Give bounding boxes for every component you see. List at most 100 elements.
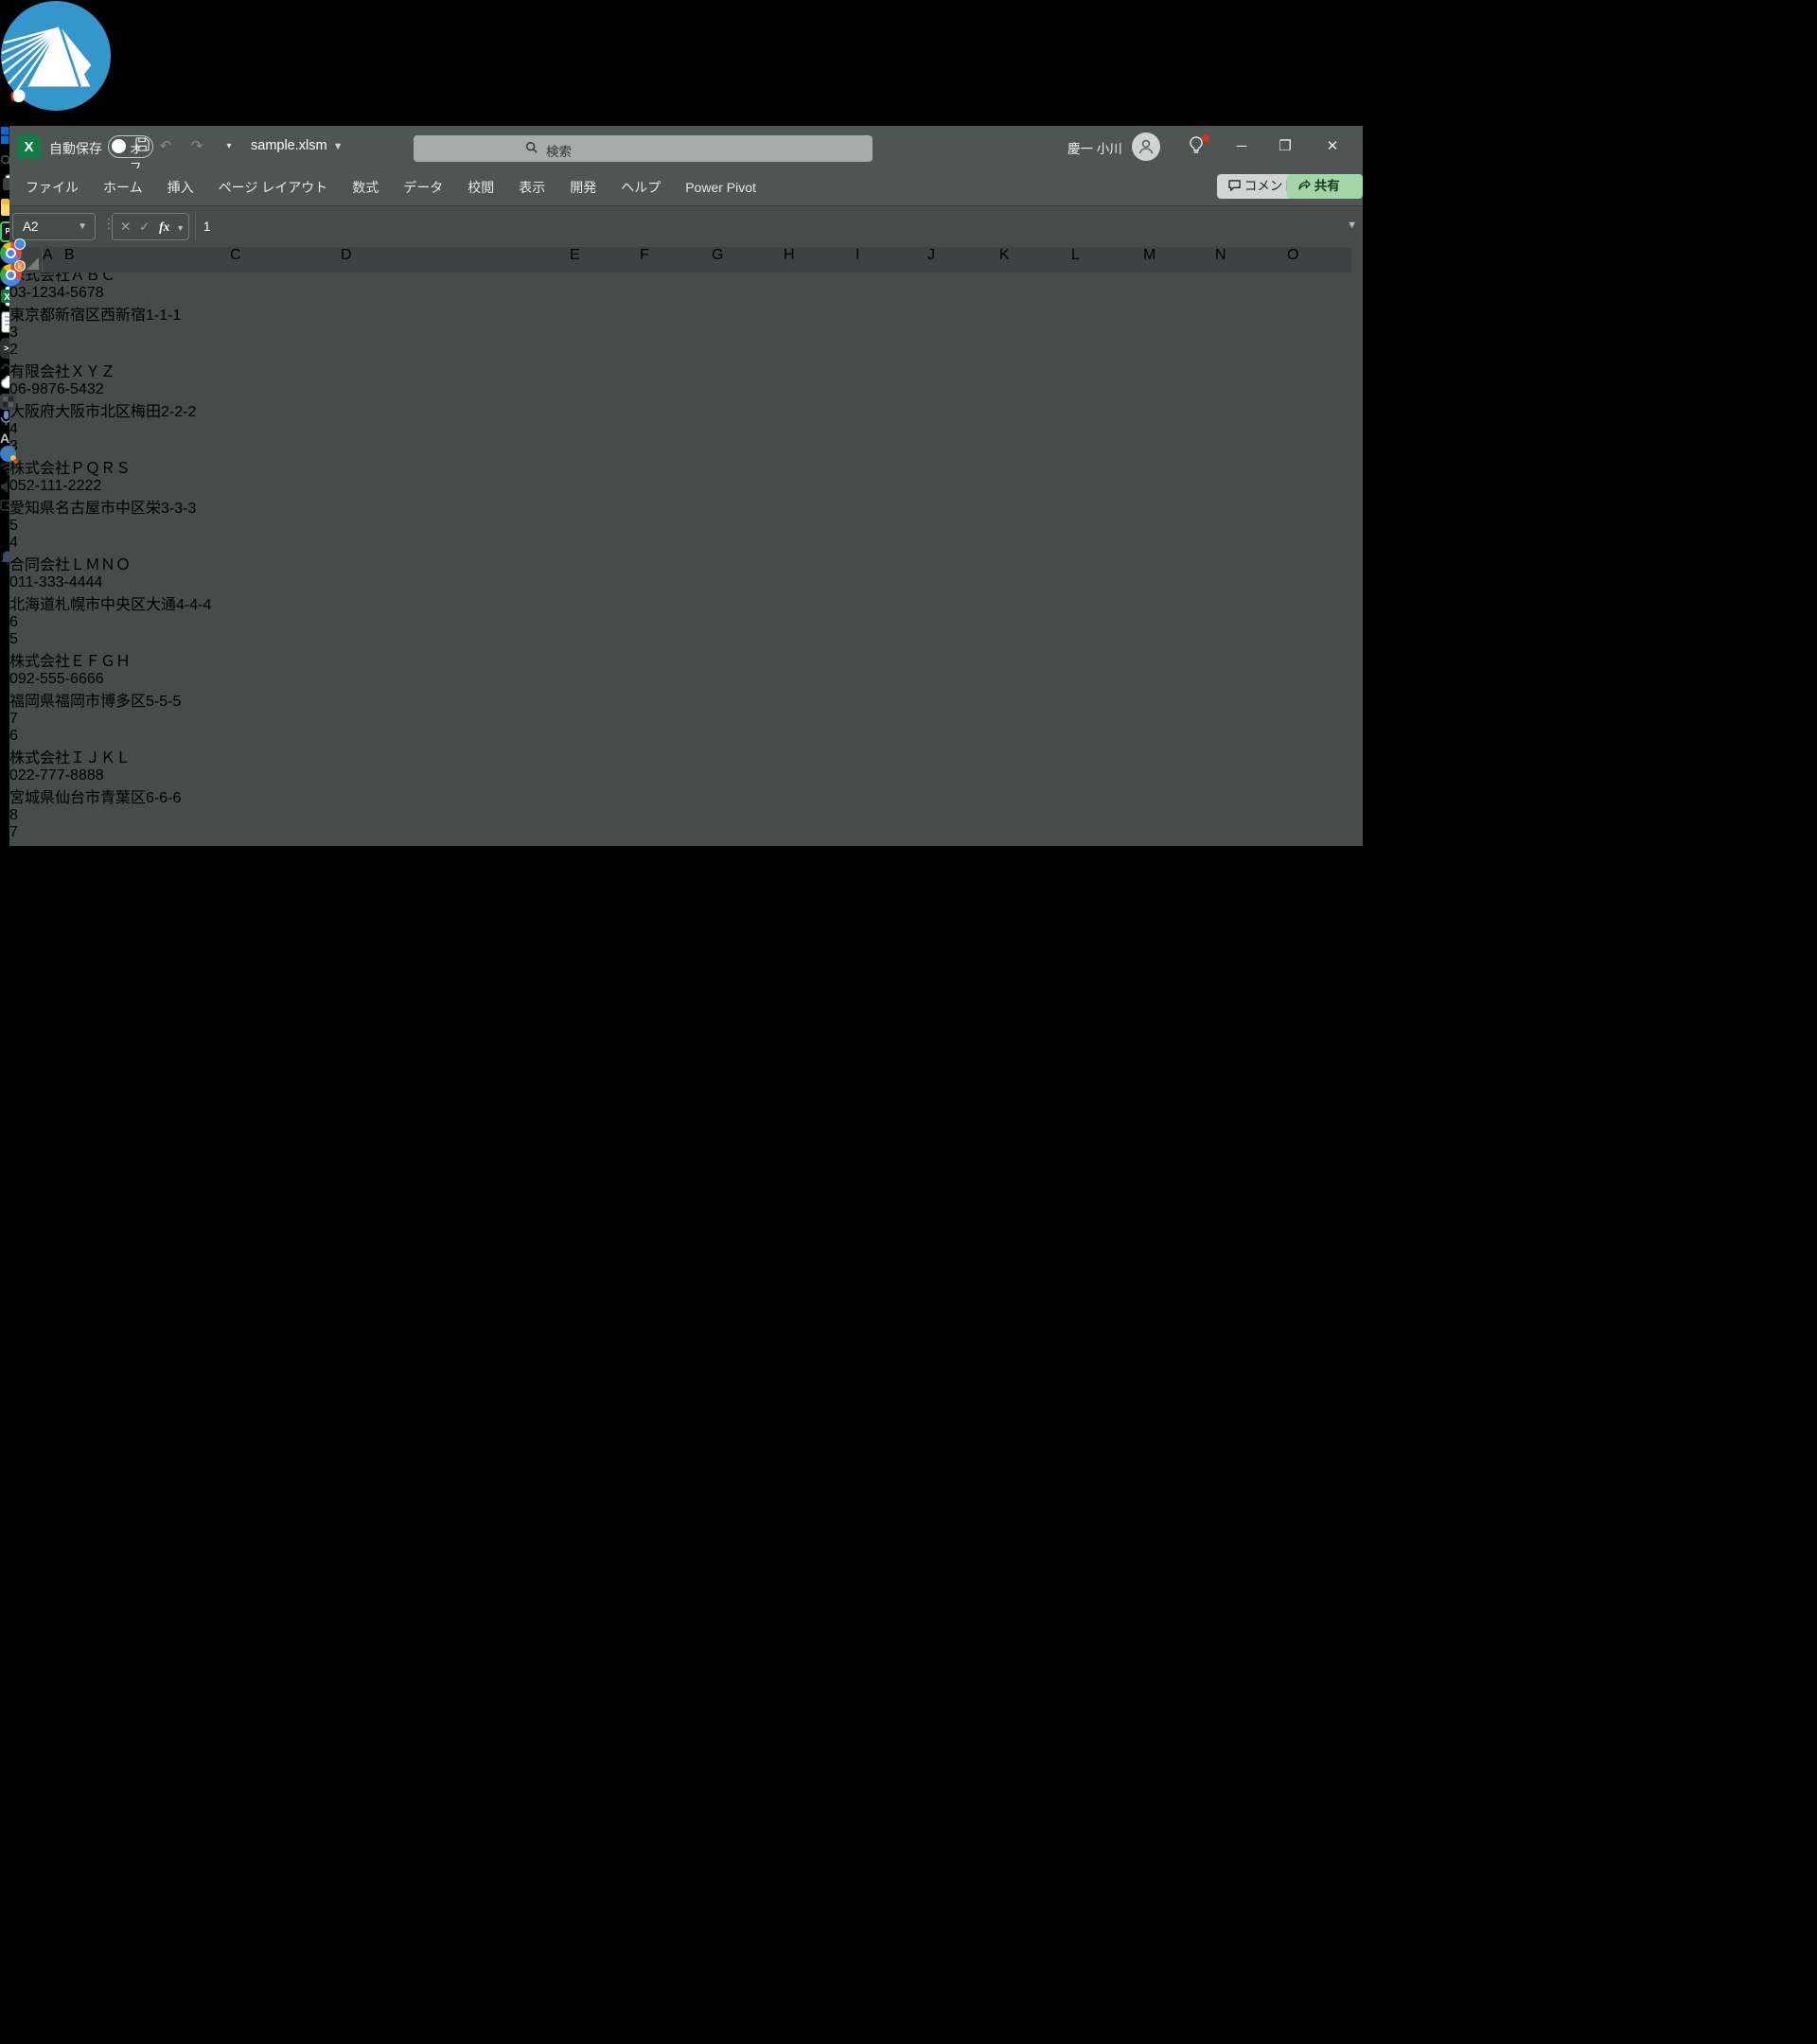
document-title[interactable]: sample.xlsm▼ — [251, 138, 343, 153]
column-header-L[interactable]: L — [1071, 247, 1143, 273]
cell-B18[interactable]: 株式会社ＵＶＷＸＹ — [9, 1824, 175, 1846]
column-header-B[interactable]: B — [64, 247, 230, 273]
close-button[interactable]: ✕ — [1318, 133, 1347, 160]
row-header-11[interactable]: 11 — [9, 1097, 1363, 1114]
formula-input[interactable]: 1 — [195, 213, 1340, 240]
cell-D16[interactable]: 徳島県徳島市15-15-15 — [9, 1670, 238, 1693]
cell-D5[interactable]: 北海道札幌市中央区大通4-4-4 — [9, 591, 238, 614]
column-header-F[interactable]: F — [640, 247, 712, 273]
cell-D8[interactable]: 神奈川県横浜市西区7-7-7 — [9, 881, 238, 904]
column-header-C[interactable]: C — [230, 247, 341, 273]
row-header-16[interactable]: 16 — [9, 1596, 1363, 1613]
cell-C11[interactable]: 0952-56-7890 — [9, 1154, 120, 1171]
cell-B10[interactable]: 株式会社ＨＩＪＫ — [9, 1034, 175, 1057]
row-header-9[interactable]: 9 — [9, 904, 1363, 921]
cell-D11[interactable]: 佐賀県佐賀市10-10-10 — [9, 1171, 238, 1193]
cell-A8[interactable]: 7 — [9, 824, 31, 841]
row-header-17[interactable]: 17 — [9, 1693, 1363, 1710]
cell-D13[interactable]: 滋賀県大津市12-12-12 — [9, 1381, 238, 1403]
row-header-13[interactable]: 13 — [9, 1307, 1363, 1324]
cell-B6[interactable]: 株式会社ＥＦＧＨ — [9, 648, 175, 671]
cell-D19[interactable]: 福井県福井市18-18-18 — [9, 1960, 238, 1982]
column-header-H[interactable]: H — [784, 247, 856, 273]
ribbon-tab-1[interactable]: ファイル — [13, 168, 91, 206]
cell-D18[interactable]: 長野県松本市17-17-17 — [9, 1863, 238, 1886]
redo-icon[interactable]: ↷ — [187, 137, 206, 156]
cell-A12[interactable]: 11 — [9, 1227, 31, 1244]
meet-participant-tile[interactable]: 小川慶一 — [0, 0, 1817, 139]
cell-D17[interactable]: 熊本県熊本市中央区16-16-16 — [9, 1767, 238, 1789]
cell-C17[interactable]: 096-345-6789 — [9, 1750, 120, 1767]
cell-A6[interactable]: 5 — [9, 631, 31, 648]
cell-D6[interactable]: 福岡県福岡市博多区5-5-5 — [9, 688, 238, 711]
cell-A19[interactable]: 18 — [9, 1903, 31, 1920]
row-header-8[interactable]: 8 — [9, 807, 1363, 824]
cell-C15[interactable]: 082-901-2345 — [9, 1557, 120, 1574]
cell-D3[interactable]: 大阪府大阪市北区梅田2-2-2 — [9, 398, 238, 421]
cell-A14[interactable]: 13 — [9, 1420, 31, 1437]
row-header-7[interactable]: 7 — [9, 711, 1363, 728]
cell-A13[interactable]: 12 — [9, 1324, 31, 1341]
cell-D10[interactable]: 岡山県岡山市北区9-9-9 — [9, 1074, 238, 1097]
cell-C14[interactable]: 029-234-5678 — [9, 1460, 120, 1477]
lightbulb-icon[interactable] — [1186, 134, 1210, 159]
row-header-6[interactable]: 6 — [9, 614, 1363, 631]
ribbon-tab-5[interactable]: 数式 — [340, 168, 391, 206]
column-header-N[interactable]: N — [1215, 247, 1287, 273]
ribbon-tab-6[interactable]: データ — [391, 168, 455, 206]
cell-D7[interactable]: 宮城県仙台市青葉区6-6-6 — [9, 784, 238, 807]
ribbon-tab-2[interactable]: ホーム — [91, 168, 155, 206]
cell-C8[interactable]: 045-999-0000 — [9, 864, 120, 881]
cell-B14[interactable]: 株式会社ＡＢＣＤＥ — [9, 1437, 175, 1460]
cell-C9[interactable]: 076-123-4567 — [9, 960, 120, 978]
cell-C10[interactable]: 086-890-1234 — [9, 1057, 120, 1074]
minimize-button[interactable]: ─ — [1227, 133, 1256, 160]
column-header-E[interactable]: E — [570, 247, 640, 273]
cell-B7[interactable]: 株式会社ＩＪＫＬ — [9, 745, 175, 767]
row-header-19[interactable]: 19 — [9, 1886, 1363, 1903]
cell-C6[interactable]: 092-555-6666 — [9, 671, 120, 688]
column-header-A[interactable]: A — [43, 247, 64, 273]
cell-C4[interactable]: 052-111-2222 — [9, 478, 120, 495]
ribbon-tab-10[interactable]: ヘルプ — [609, 168, 673, 206]
ribbon-tab-4[interactable]: ページ レイアウト — [206, 168, 341, 206]
cell-A5[interactable]: 4 — [9, 535, 31, 552]
cell-B4[interactable]: 株式会社ＰＱＲＳ — [9, 455, 175, 478]
cell-D4[interactable]: 愛知県名古屋市中区栄3-3-3 — [9, 495, 238, 518]
cell-C3[interactable]: 06-9876-5432 — [9, 381, 120, 398]
cell-D15[interactable]: 広島県広島市中区14-14-14 — [9, 1574, 238, 1596]
column-header-I[interactable]: I — [856, 247, 927, 273]
enter-icon[interactable]: ✓ — [139, 220, 150, 234]
row-header-10[interactable]: 10 — [9, 1000, 1363, 1017]
cell-B5[interactable]: 合同会社ＬＭＮＯ — [9, 552, 175, 574]
ribbon-tab-9[interactable]: 開発 — [557, 168, 609, 206]
restore-button[interactable]: ❐ — [1271, 133, 1299, 160]
column-header-O[interactable]: O — [1287, 247, 1351, 273]
cell-A10[interactable]: 9 — [9, 1017, 31, 1034]
cell-B8[interactable]: 有限会社ＶＷＸＹ — [9, 841, 175, 864]
cell-B13[interactable]: 合名会社ＶＷＸＺ — [9, 1341, 175, 1364]
cell-B17[interactable]: 株式会社ＰＱＲＳＴ — [9, 1727, 175, 1750]
cell-B16[interactable]: 合資会社ＫＬＭＮＯ — [9, 1630, 175, 1653]
cell-A16[interactable]: 15 — [9, 1613, 31, 1630]
row-header-14[interactable]: 14 — [9, 1403, 1363, 1420]
cell-C5[interactable]: 011-333-4444 — [9, 574, 120, 591]
fx-icon[interactable]: fx — [159, 220, 169, 234]
undo-icon[interactable]: ↶ — [156, 137, 175, 156]
cell-A20[interactable]: 19 — [9, 2000, 31, 2017]
excel-app-icon[interactable]: X — [17, 135, 41, 159]
save-icon[interactable] — [132, 137, 151, 156]
row-header-4[interactable]: 4 — [9, 421, 1363, 438]
row-header-20[interactable]: 20 — [9, 1982, 1363, 2000]
cell-B9[interactable]: 合資会社ＤＥＦＧ — [9, 938, 175, 960]
cell-C16[interactable]: 088-678-9012 — [9, 1653, 120, 1670]
cell-C19[interactable]: 0776-56-7890 — [9, 1943, 120, 1960]
column-header-K[interactable]: K — [999, 247, 1071, 273]
cell-A3[interactable]: 2 — [9, 342, 31, 359]
ribbon-tab-11[interactable]: Power Pivot — [673, 168, 768, 206]
column-header-G[interactable]: G — [712, 247, 784, 273]
row-header-18[interactable]: 18 — [9, 1789, 1363, 1806]
cell-D12[interactable]: 秋田県秋田市11-11-11 — [9, 1284, 238, 1307]
cell-C2[interactable]: 03-1234-5678 — [9, 285, 120, 302]
row-header-5[interactable]: 5 — [9, 518, 1363, 535]
